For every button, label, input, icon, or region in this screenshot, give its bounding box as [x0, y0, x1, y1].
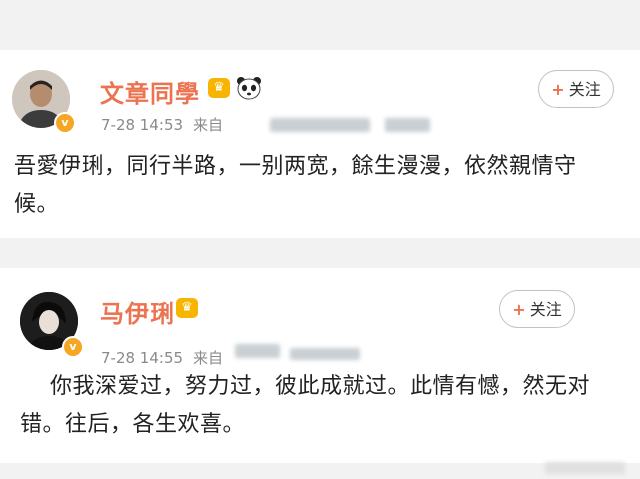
post-time[interactable]: 7-28 14:55 — [101, 349, 183, 367]
follow-label: 关注 — [568, 80, 601, 99]
post-source: 来自 — [193, 116, 224, 134]
post-text: 吾愛伊琍，同行半路，一别两宽，餘生漫漫，依然親情守候。 — [14, 154, 577, 217]
user-name[interactable]: 马伊琍 — [100, 294, 175, 329]
blurred-source — [235, 344, 280, 358]
follow-button[interactable]: + 关注 — [538, 70, 614, 108]
weibo-post: v 文章同學 ♛ 7-28 14:53 来自 + 关注 吾愛伊琍，同行半路，一别两宽… — [0, 50, 640, 238]
post-text: 你我深爱过，努力过，彼此成就过。此情有憾，然无对错。往后，各生欢喜。 — [20, 374, 591, 437]
post-meta: 7-28 14:53 来自 — [101, 114, 223, 135]
panda-icon — [236, 76, 262, 104]
watermark — [545, 462, 625, 474]
follow-button[interactable]: + 关注 — [499, 290, 575, 328]
crown-icon: ♛ — [208, 78, 230, 98]
crown-icon: ♛ — [176, 298, 198, 318]
plus-icon: + — [512, 300, 526, 319]
blurred-source — [270, 118, 370, 132]
weibo-post: v 马伊琍 ♛ 7-28 14:55 来自 + 关注 你我深爱过，努力过，彼此成就过… — [0, 268, 640, 463]
verified-icon: v — [62, 336, 84, 358]
post-source: 来自 — [193, 349, 224, 367]
plus-icon: + — [551, 80, 565, 99]
verified-icon: v — [54, 112, 76, 134]
post-meta: 7-28 14:55 来自 — [101, 347, 223, 368]
follow-label: 关注 — [529, 300, 562, 319]
blurred-source — [290, 348, 360, 360]
post-time[interactable]: 7-28 14:53 — [101, 116, 183, 134]
user-name[interactable]: 文章同學 — [100, 74, 200, 109]
blurred-source — [385, 118, 430, 132]
